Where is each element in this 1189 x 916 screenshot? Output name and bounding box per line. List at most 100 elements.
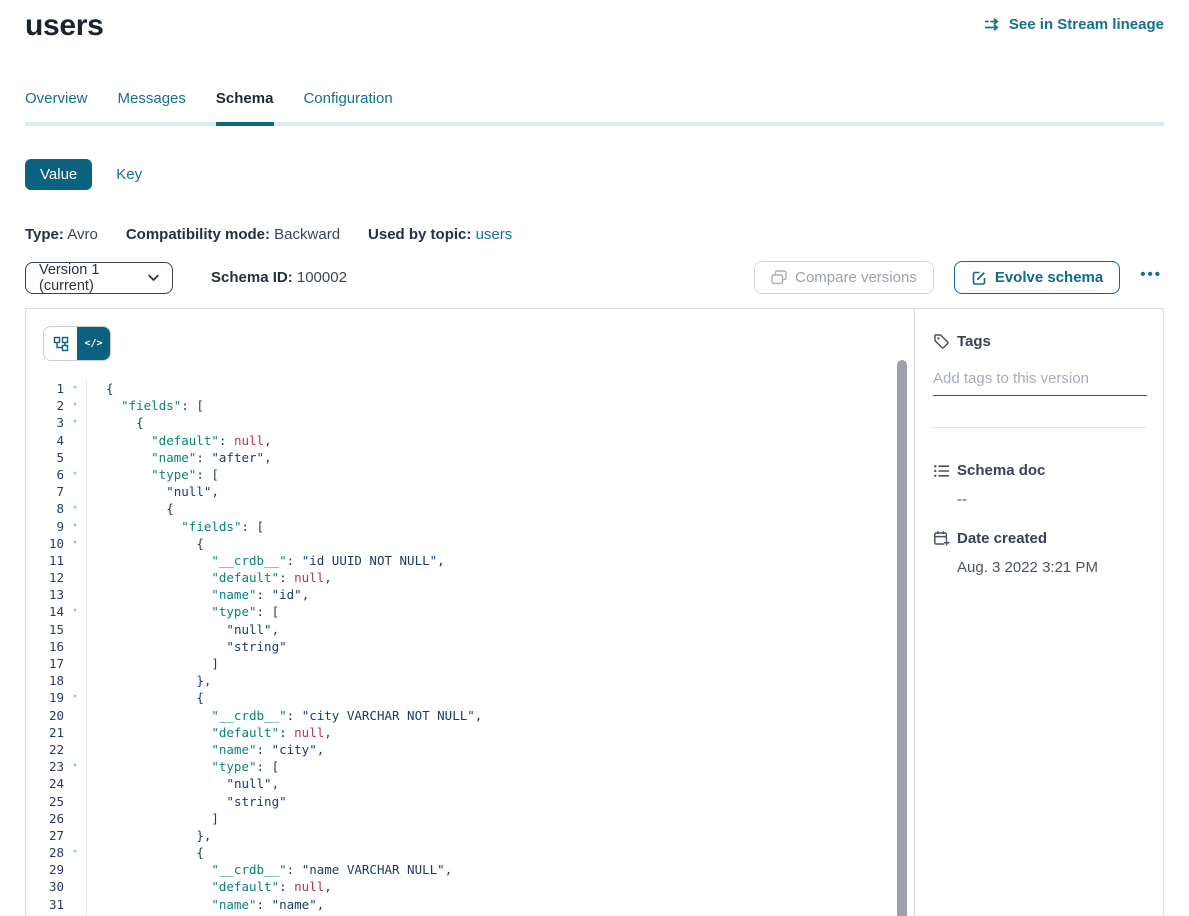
code-text: }, <box>87 827 211 844</box>
code-text: "default": null, <box>87 569 332 586</box>
fold-arrow-icon[interactable]: ▾ <box>64 603 87 620</box>
page-title: users <box>25 8 104 44</box>
stream-lineage-icon <box>983 17 1001 32</box>
fold-arrow-icon[interactable]: ▾ <box>64 380 87 397</box>
fold-spacer <box>64 483 87 500</box>
tree-view-button[interactable] <box>44 327 77 360</box>
code-text: ] <box>87 655 219 672</box>
tags-input[interactable] <box>933 366 1147 396</box>
line-number: 14 <box>26 603 64 620</box>
line-number: 30 <box>26 878 64 895</box>
code-view-icon: </> <box>84 338 102 349</box>
tab-overview[interactable]: Overview <box>25 90 88 122</box>
line-number: 5 <box>26 449 64 466</box>
line-number: 25 <box>26 793 64 810</box>
code-line: 10▾ { <box>26 535 914 552</box>
fold-spacer <box>64 672 87 689</box>
code-line: 29 "__crdb__": "name VARCHAR NULL", <box>26 861 914 878</box>
tab-bar: Overview Messages Schema Configuration <box>25 90 1164 126</box>
line-number: 31 <box>26 896 64 913</box>
line-number: 13 <box>26 586 64 603</box>
code-line: 27 }, <box>26 827 914 844</box>
line-number: 19 <box>26 689 64 706</box>
code-text: "fields": [ <box>87 397 204 414</box>
date-created-title: Date created <box>957 530 1047 547</box>
fold-arrow-icon[interactable]: ▾ <box>64 414 87 431</box>
line-number: 24 <box>26 775 64 792</box>
code-text: "default": null, <box>87 724 332 741</box>
version-select-value: Version 1 (current) <box>39 262 148 294</box>
schema-meta: Type: Avro Compatibility mode: Backward … <box>25 226 1164 243</box>
code-line: 20 "__crdb__": "city VARCHAR NOT NULL", <box>26 707 914 724</box>
fold-spacer <box>64 878 87 895</box>
sidebar-divider <box>931 427 1147 428</box>
tab-configuration[interactable]: Configuration <box>303 90 392 122</box>
date-created-value: Aug. 3 2022 3:21 PM <box>957 559 1147 576</box>
fold-spacer <box>64 724 87 741</box>
line-number: 28 <box>26 844 64 861</box>
code-line: 5 "name": "after", <box>26 449 914 466</box>
page-header: users See in Stream lineage <box>25 0 1164 44</box>
code-text: "name": "after", <box>87 449 272 466</box>
value-button[interactable]: Value <box>25 159 92 190</box>
line-number: 6 <box>26 466 64 483</box>
line-number: 17 <box>26 655 64 672</box>
line-number: 22 <box>26 741 64 758</box>
code-text: "name": "id", <box>87 586 309 603</box>
fold-arrow-icon[interactable]: ▾ <box>64 689 87 706</box>
code-text: { <box>87 689 204 706</box>
stream-lineage-link[interactable]: See in Stream lineage <box>983 16 1164 33</box>
fold-arrow-icon[interactable]: ▾ <box>64 518 87 535</box>
fold-arrow-icon[interactable]: ▾ <box>64 758 87 775</box>
fold-arrow-icon[interactable]: ▾ <box>64 535 87 552</box>
tags-title: Tags <box>957 333 991 350</box>
code-line: 13 "name": "id", <box>26 586 914 603</box>
line-number: 3 <box>26 414 64 431</box>
compare-versions-label: Compare versions <box>795 269 917 286</box>
fold-arrow-icon[interactable]: ▾ <box>64 397 87 414</box>
key-button[interactable]: Key <box>116 166 142 183</box>
fold-arrow-icon[interactable]: ▾ <box>64 500 87 517</box>
evolve-schema-label: Evolve schema <box>995 269 1103 286</box>
schema-editor-pane: </> 1▾{2▾ "fields": [3▾ {4 "default": nu… <box>26 309 914 916</box>
evolve-schema-button[interactable]: Evolve schema <box>954 261 1120 294</box>
editor-scrollbar[interactable] <box>897 360 907 916</box>
fold-spacer <box>64 449 87 466</box>
line-number: 29 <box>26 861 64 878</box>
compare-versions-button[interactable]: Compare versions <box>754 261 934 294</box>
fold-arrow-icon[interactable]: ▾ <box>64 466 87 483</box>
fold-spacer <box>64 861 87 878</box>
meta-topic: Used by topic: users <box>368 226 512 243</box>
code-text: "type": [ <box>87 466 219 483</box>
code-text: }, <box>87 672 211 689</box>
code-line: 21 "default": null, <box>26 724 914 741</box>
topic-link[interactable]: users <box>476 226 513 243</box>
code-line: 26 ] <box>26 810 914 827</box>
chevron-down-icon <box>148 274 159 282</box>
schema-id: Schema ID: 100002 <box>211 269 347 286</box>
code-text: "default": null, <box>87 878 332 895</box>
tab-schema[interactable]: Schema <box>216 90 274 122</box>
code-line: 25 "string" <box>26 793 914 810</box>
code-text: "null", <box>87 775 279 792</box>
line-number: 1 <box>26 380 64 397</box>
line-number: 26 <box>26 810 64 827</box>
tab-track <box>25 122 1164 126</box>
code-text: "type": [ <box>87 758 279 775</box>
compat-label: Compatibility mode: <box>126 226 270 243</box>
schema-sidebar: Tags Schema doc -- <box>914 309 1163 916</box>
type-value: Avro <box>67 226 98 243</box>
fold-spacer <box>64 655 87 672</box>
more-options-button[interactable]: ••• <box>1140 266 1164 289</box>
code-line: 1▾{ <box>26 380 914 397</box>
schema-id-value: 100002 <box>297 269 347 286</box>
fold-arrow-icon[interactable]: ▾ <box>64 844 87 861</box>
code-text: "__crdb__": "id UUID NOT NULL", <box>87 552 445 569</box>
code-lines: 1▾{2▾ "fields": [3▾ {4 "default": null,5… <box>26 380 914 916</box>
tab-messages[interactable]: Messages <box>118 90 186 122</box>
version-select[interactable]: Version 1 (current) <box>25 262 173 294</box>
fold-spacer <box>64 775 87 792</box>
calendar-plus-icon <box>933 530 950 547</box>
code-line: 31 "name": "name", <box>26 896 914 913</box>
code-view-button[interactable]: </> <box>77 327 110 360</box>
